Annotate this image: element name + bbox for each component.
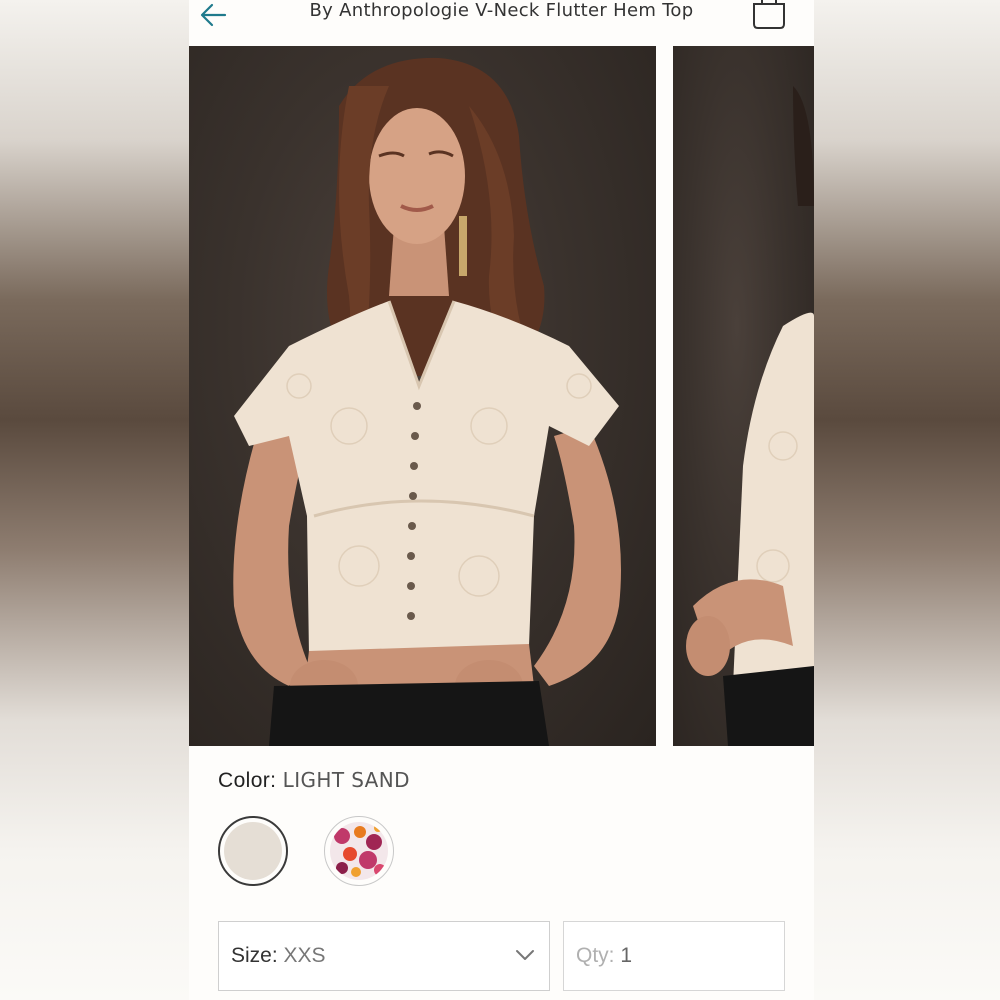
arrow-left-icon [200, 3, 227, 27]
shopping-bag-icon [753, 0, 785, 29]
swatch-floral[interactable] [324, 816, 394, 886]
color-value: LIGHT SAND [282, 768, 410, 792]
size-value: XXS [283, 944, 326, 967]
color-selection: Color: LIGHT SAND [218, 768, 410, 793]
size-label: Size: [231, 944, 284, 967]
top-bar: By Anthropologie V-Neck Flutter Hem Top [189, 0, 814, 45]
chevron-down-icon [516, 950, 534, 960]
quantity-field[interactable]: Qty: 1 [563, 921, 785, 991]
light-sand-swatch-fill [224, 822, 282, 880]
floral-pattern-icon [330, 822, 388, 880]
swatch-light-sand[interactable] [218, 816, 288, 886]
model-side-photo [686, 86, 814, 746]
color-label: Color: [218, 769, 283, 792]
product-image-front[interactable] [189, 46, 656, 746]
product-image-carousel[interactable] [189, 46, 814, 746]
floral-swatch-fill [330, 822, 388, 880]
shopping-bag-button[interactable] [748, 0, 790, 30]
product-page: By Anthropologie V-Neck Flutter Hem Top [189, 0, 814, 1000]
qty-value: 1 [620, 944, 633, 967]
qty-label: Qty: [576, 944, 621, 967]
page-title: By Anthropologie V-Neck Flutter Hem Top [309, 0, 694, 21]
product-image-side[interactable] [673, 46, 814, 746]
back-button[interactable] [199, 2, 229, 28]
model-front-photo [233, 57, 621, 746]
size-dropdown[interactable]: Size: XXS [218, 921, 550, 991]
